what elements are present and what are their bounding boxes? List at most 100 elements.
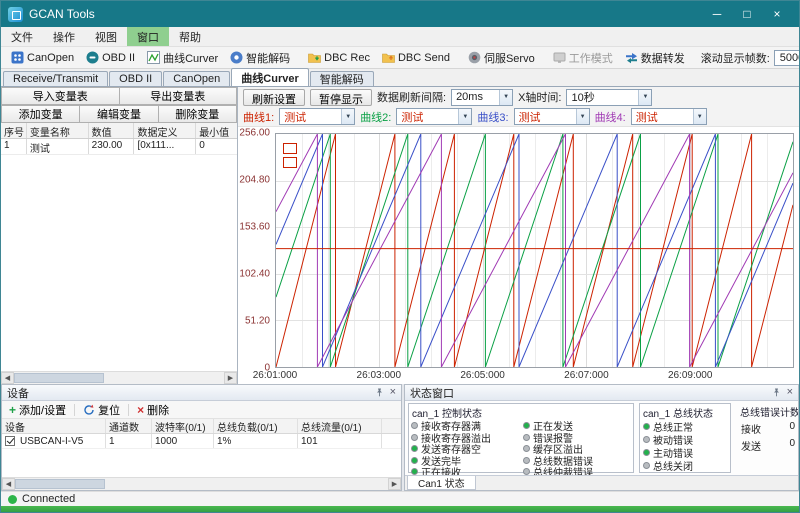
tab-canopen[interactable]: CanOpen — [163, 71, 230, 86]
tab-receive-transmit[interactable]: Receive/Transmit — [3, 71, 108, 86]
toolbar-curve-label: 曲线Curver — [163, 50, 218, 66]
menu-view[interactable]: 视图 — [85, 27, 127, 46]
variables-hscrollbar[interactable]: ◀ ▶ — [1, 371, 237, 384]
variables-panel: 导入变量表 导出变量表 添加变量 编辑变量 删除变量 序号 变量名称 数值 数据… — [1, 87, 238, 384]
chevron-down-icon[interactable]: ▼ — [638, 90, 651, 105]
error-count-row: 接收 0 — [737, 419, 798, 436]
menu-file[interactable]: 文件 — [1, 27, 43, 46]
scroll-frame-input[interactable]: 5000 ▲ ▼ — [774, 50, 800, 66]
chart-plot[interactable] — [275, 133, 794, 368]
curve1-value: 测试 — [284, 109, 306, 125]
toolbar-servo-button[interactable]: 伺服Servo — [462, 48, 541, 68]
minimize-button[interactable]: ─ — [702, 4, 732, 24]
toolbar-dbc-send-label: DBC Send — [398, 52, 450, 64]
control-status-columns: 接收寄存器满 接收寄存器溢出 发送寄存器空 发送完毕 正在接收 正在发送 错误报… — [409, 420, 633, 475]
add-device-label: 添加/设置 — [19, 402, 66, 418]
x-tick: 26:07:000 — [564, 370, 609, 381]
error-tx-value: 0 — [789, 438, 795, 453]
pin-icon[interactable] — [772, 388, 781, 397]
bus-status-group: can_1 总线状态 总线正常 被动错误 主动错误 总线关闭 — [639, 403, 731, 473]
cursor-handle-1[interactable] — [283, 143, 297, 154]
menu-help[interactable]: 帮助 — [169, 27, 211, 46]
interval-select[interactable]: 20ms ▼ — [451, 89, 513, 106]
error-rx-label: 接收 — [741, 421, 761, 436]
col-min: 最小值 — [196, 123, 237, 138]
toolbar-curve-button[interactable]: 曲线Curver — [141, 48, 224, 68]
chevron-down-icon[interactable]: ▼ — [341, 109, 354, 124]
menu-operation[interactable]: 操作 — [43, 27, 85, 46]
export-variables-button[interactable]: 导出变量表 — [119, 87, 238, 105]
status-dot — [411, 422, 418, 429]
status-dot — [411, 457, 418, 464]
toolbar-forward-button[interactable]: 数据转发 — [619, 48, 691, 68]
curve2-select[interactable]: 测试 ▼ — [396, 108, 472, 125]
pause-display-button[interactable]: 暂停显示 — [310, 89, 372, 106]
y-tick: 153.60 — [239, 222, 270, 233]
close-panel-icon[interactable]: × — [390, 388, 396, 397]
menu-window[interactable]: 窗口 — [127, 27, 169, 46]
error-rx-value: 0 — [789, 421, 795, 436]
col-value: 数值 — [89, 123, 135, 138]
toolbar-dbc-send-button[interactable]: DBC Send — [376, 49, 456, 66]
scroll-thumb[interactable] — [14, 373, 104, 383]
toolbar-canopen-button[interactable]: CanOpen — [5, 49, 80, 66]
tab-decode[interactable]: 智能解码 — [310, 71, 374, 86]
control-status-group: can_1 控制状态 接收寄存器满 接收寄存器溢出 发送寄存器空 发送完毕 正在… — [408, 403, 634, 473]
toolbar-separator — [128, 404, 129, 416]
toolbar-decode-button[interactable]: 智能解码 — [224, 48, 296, 68]
xtime-value: 10秒 — [571, 89, 594, 105]
add-variable-button[interactable]: 添加变量 — [1, 105, 80, 123]
scroll-right-icon[interactable]: ▶ — [388, 478, 401, 490]
toolbar-obd-button[interactable]: OBD II — [80, 49, 141, 66]
status-item: 总线关闭 — [640, 459, 730, 472]
gcan-tools-window: GCAN Tools ─ □ × 文件 操作 视图 窗口 帮助 CanOpen … — [0, 0, 800, 513]
scroll-thumb[interactable] — [15, 479, 105, 489]
pin-icon[interactable] — [375, 388, 384, 397]
maximize-button[interactable]: □ — [732, 4, 762, 24]
cell-definition: [0x111... — [134, 139, 196, 154]
chevron-down-icon[interactable]: ▼ — [576, 109, 589, 124]
cursor-handle-2[interactable] — [283, 157, 297, 168]
device-row[interactable]: USBCAN-I-V5 1 1000 1% 101 — [2, 434, 401, 449]
chevron-down-icon[interactable]: ▼ — [499, 90, 512, 105]
close-button[interactable]: × — [762, 4, 792, 24]
device-checkbox[interactable] — [5, 436, 15, 446]
curve4-select[interactable]: 测试 ▼ — [631, 108, 707, 125]
chevron-down-icon[interactable]: ▼ — [693, 109, 706, 124]
plus-icon: + — [9, 404, 16, 416]
scroll-frame-label: 滚动显示帧数: — [701, 50, 770, 66]
delete-variable-button[interactable]: 删除变量 — [158, 105, 237, 123]
edit-variable-button[interactable]: 编辑变量 — [79, 105, 158, 123]
status-item: 正在接收 — [411, 466, 519, 475]
device-hscrollbar[interactable]: ◀ ▶ — [2, 477, 401, 490]
panel-header-icons: × — [375, 388, 396, 397]
delete-icon: × — [137, 404, 144, 416]
curve1-select[interactable]: 测试 ▼ — [279, 108, 355, 125]
refresh-settings-button[interactable]: 刷新设置 — [243, 89, 305, 106]
col-definition: 数据定义 — [134, 123, 196, 138]
tab-curve[interactable]: 曲线Curver — [231, 68, 308, 86]
variable-row[interactable]: 1 测试 230.00 [0x111... 0 — [1, 139, 237, 155]
toolbar-workmode-button[interactable]: 工作模式 — [547, 48, 619, 68]
scroll-left-icon[interactable]: ◀ — [1, 372, 14, 384]
menubar: 文件 操作 视图 窗口 帮助 — [1, 27, 799, 47]
xtime-select[interactable]: 10秒 ▼ — [566, 89, 652, 106]
scroll-right-icon[interactable]: ▶ — [224, 372, 237, 384]
status-dot — [523, 457, 530, 464]
scroll-left-icon[interactable]: ◀ — [2, 478, 15, 490]
delete-device-button[interactable]: × 删除 — [133, 402, 173, 418]
close-panel-icon[interactable]: × — [787, 388, 793, 397]
chevron-down-icon[interactable]: ▼ — [458, 109, 471, 124]
scroll-frame-control: 滚动显示帧数: 5000 ▲ ▼ — [701, 50, 800, 66]
curve3-select[interactable]: 测试 ▼ — [514, 108, 590, 125]
toolbar-dbc-rec-button[interactable]: DBC Rec — [302, 49, 376, 66]
reset-device-button[interactable]: 复位 — [79, 402, 124, 418]
tab-obd[interactable]: OBD II — [109, 71, 162, 86]
import-variables-button[interactable]: 导入变量表 — [1, 87, 120, 105]
toolbar-dbc-rec-label: DBC Rec — [324, 52, 370, 64]
status-dot — [523, 468, 530, 475]
tab-can1-status[interactable]: Can1 状态 — [407, 476, 476, 490]
curve-icon — [147, 51, 160, 64]
curve-chart-panel: 刷新设置 暂停显示 数据刷新间隔: 20ms ▼ X轴时间: 10秒 ▼ 曲线1… — [238, 87, 799, 384]
add-device-button[interactable]: + 添加/设置 — [5, 402, 70, 418]
